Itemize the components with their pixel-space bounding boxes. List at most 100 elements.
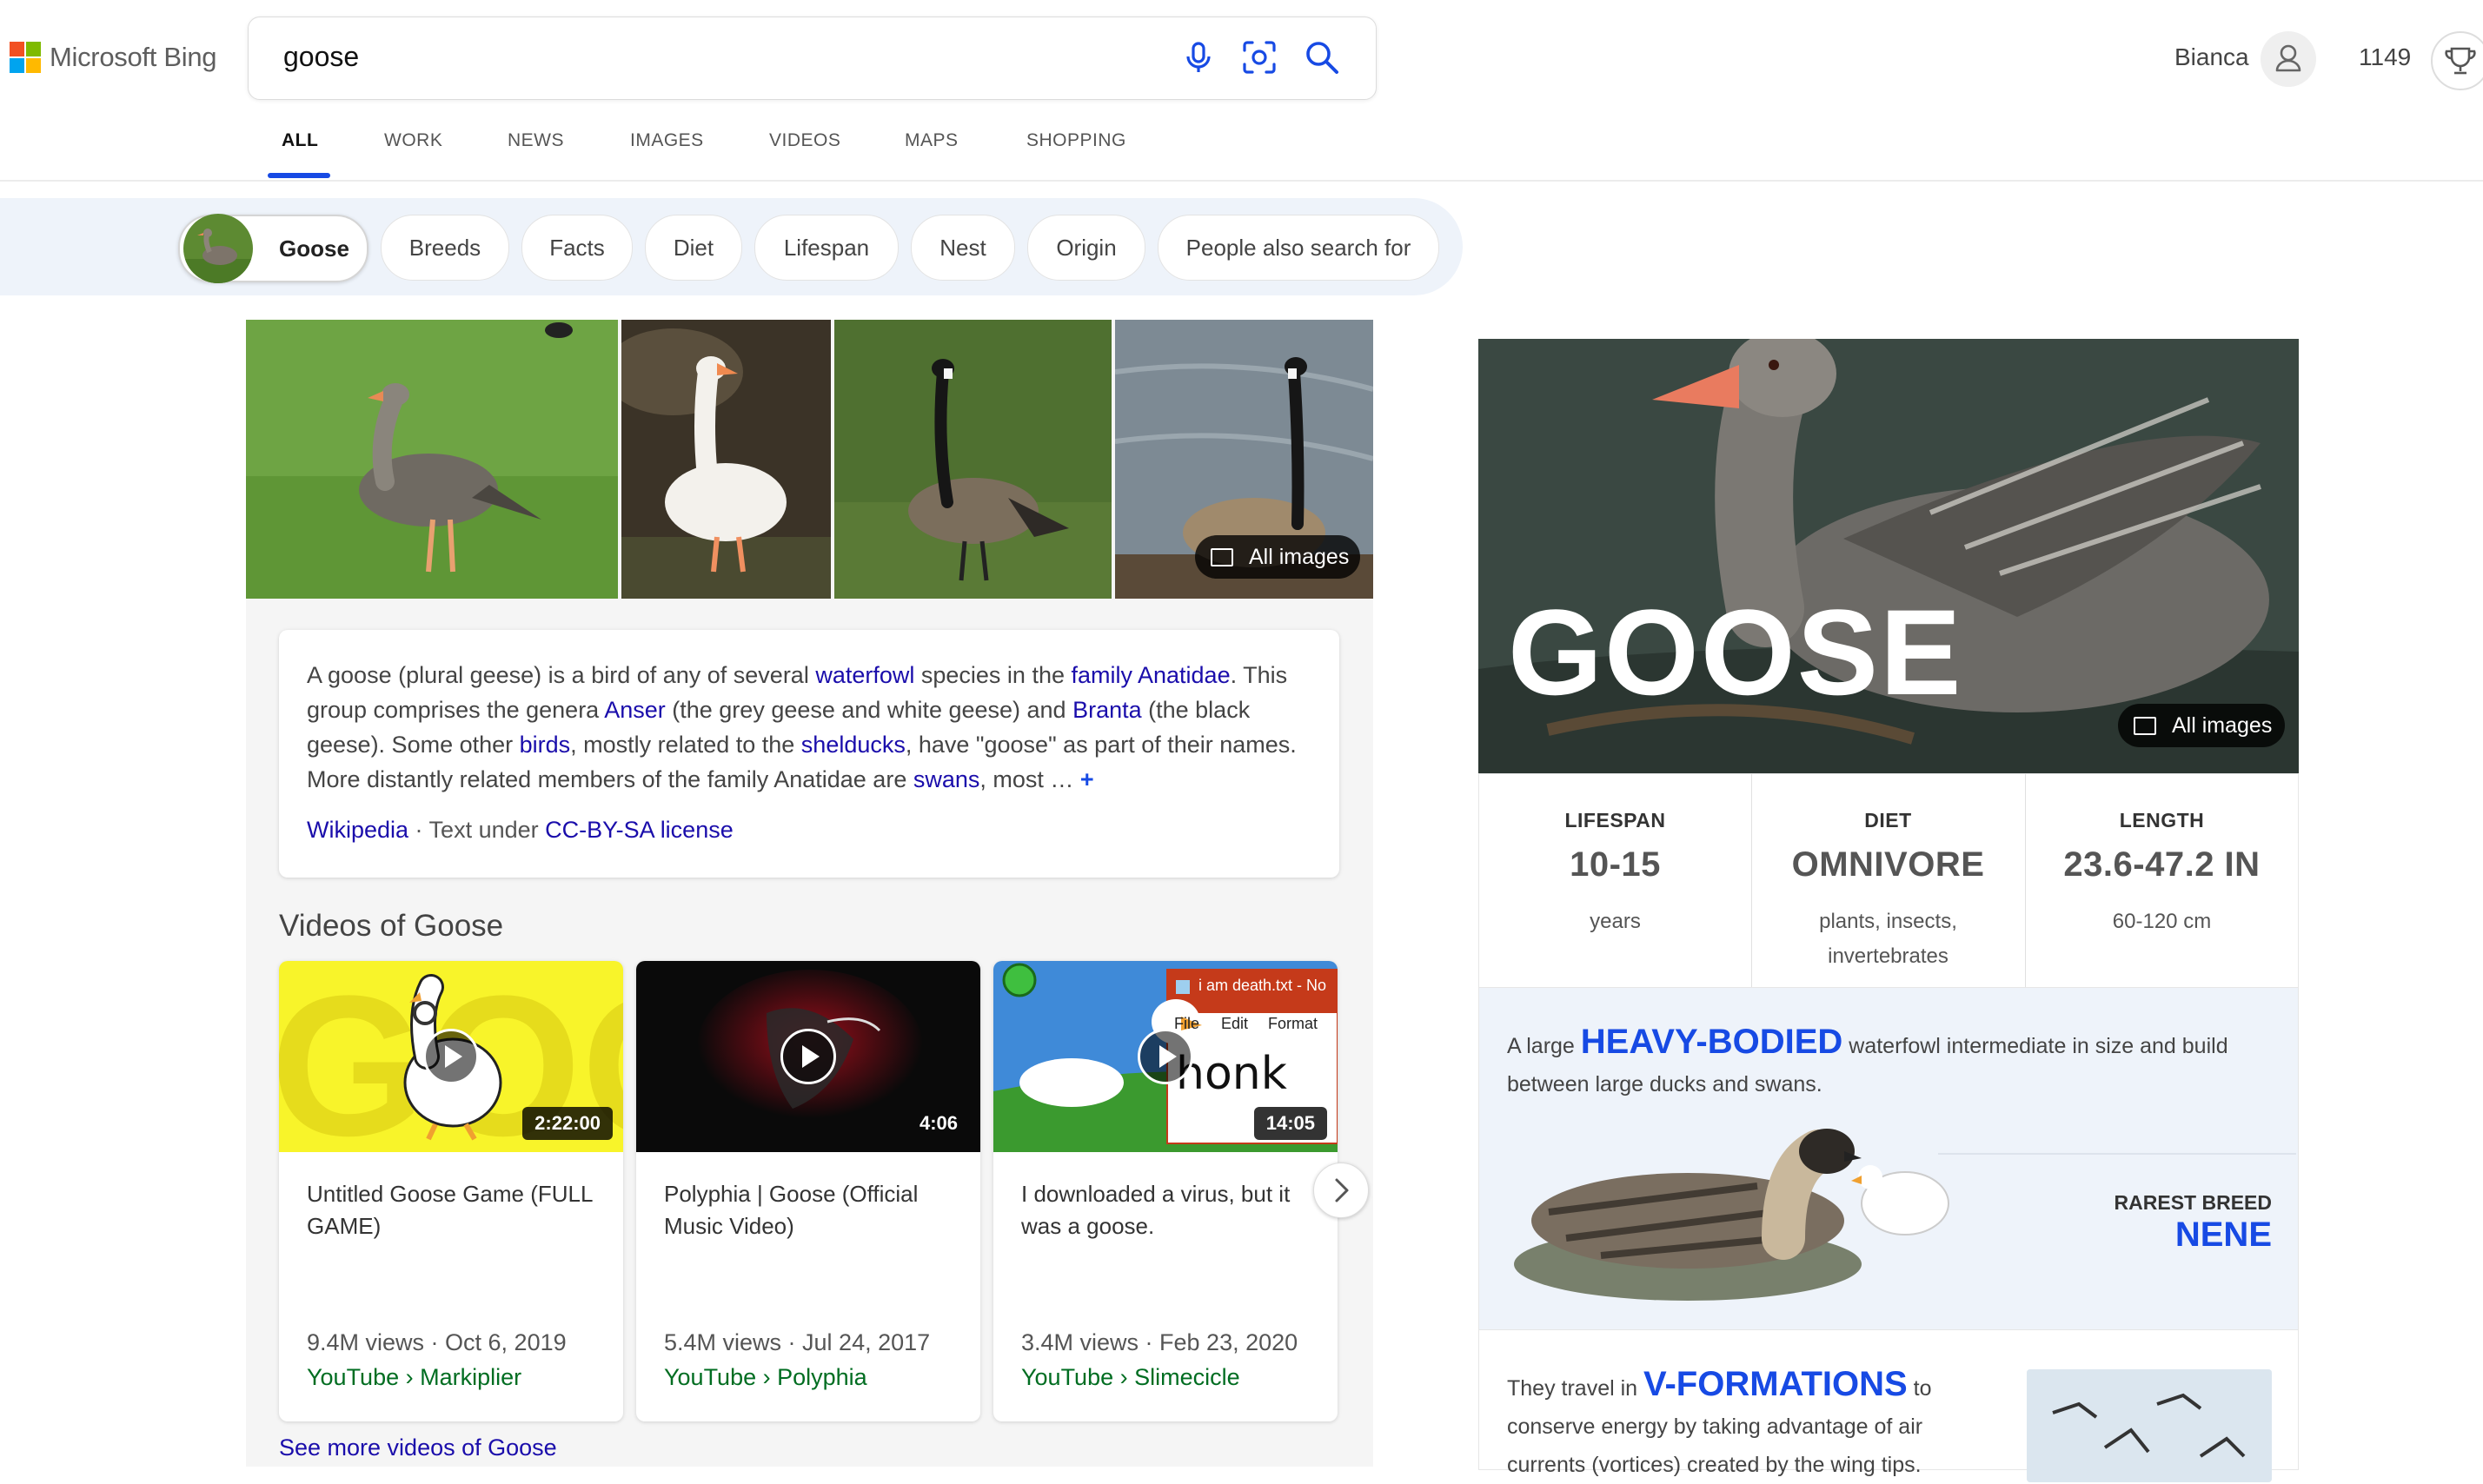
video-thumbnail[interactable]: 4:06 [636,961,980,1152]
summary-text-part: (the grey geese and white geese) and [665,697,1073,723]
search-box[interactable]: goose [248,17,1377,100]
search-input[interactable]: goose [283,41,359,73]
pill-people-also-search[interactable]: People also search for [1158,215,1439,281]
link-family-anatidae[interactable]: family Anatidae [1071,662,1230,688]
images-icon [1211,547,1233,566]
header: Microsoft Bing goose Bianca 1149 ALL WOR… [0,0,2483,182]
video-thumbnail[interactable]: i am death.txt - No File Edit Format hon… [993,961,1338,1152]
rarest-breed-value[interactable]: NENE [2175,1216,2272,1255]
tab-work[interactable]: WORK [384,130,442,151]
video-title[interactable]: Untitled Goose Game (FULL GAME) [307,1178,602,1242]
fact-subtext: years [1590,910,1641,933]
video-source[interactable]: YouTube › Slimecicle [1021,1364,1240,1391]
rewards-points[interactable]: 1149 [2359,43,2411,71]
summary-text: A goose (plural geese) is a bird of any … [307,658,1324,797]
videos-next-button[interactable] [1313,1163,1369,1218]
pill-origin[interactable]: Origin [1027,215,1145,281]
link-swans[interactable]: swans [913,766,980,792]
tab-videos[interactable]: VIDEOS [769,130,840,151]
play-icon[interactable] [423,1029,479,1084]
thumbnail-menu-format: Format [1268,1015,1318,1032]
summary-source: Wikipedia · Text under CC-BY-SA license [307,817,734,844]
fact-label: LENGTH [2119,809,2205,831]
microphone-icon[interactable] [1178,37,1218,77]
video-card-3[interactable]: i am death.txt - No File Edit Format hon… [993,961,1338,1421]
play-icon[interactable] [780,1029,836,1084]
knowledge-panel: GOOSE All images LIFESPAN 10-15 years DI… [1478,278,2299,1482]
panel-hero-image[interactable]: GOOSE All images [1478,339,2299,773]
rewards-button[interactable] [2431,31,2483,90]
license-link[interactable]: CC-BY-SA license [545,817,734,843]
pill-goose[interactable]: Goose [178,214,368,283]
goose-thumbnail [183,214,253,283]
link-branta[interactable]: Branta [1072,697,1142,723]
panel-all-images-button[interactable]: All images [2118,704,2285,747]
all-images-button[interactable]: All images [1195,535,1360,579]
tab-news[interactable]: NEWS [508,130,564,151]
fact-value: 23.6-47.2 IN [2063,845,2261,884]
pill-facts[interactable]: Facts [521,215,633,281]
search-icon[interactable] [1302,37,1342,77]
video-card-1[interactable]: GOOSE 2:22:00 Untitled Goose Game (FULL … [279,961,623,1421]
facts-grid: LIFESPAN 10-15 years DIET OMNIVORE plant… [1478,773,2299,989]
goose-image-2[interactable] [621,320,831,599]
goose-image-1[interactable] [246,320,618,599]
play-icon[interactable] [1138,1029,1193,1084]
user-icon [2275,44,2301,72]
link-shelducks[interactable]: shelducks [801,732,906,758]
active-tab-indicator [268,173,330,178]
images-icon [2134,716,2156,735]
heavy-bodied-fact-card: A large HEAVY-BODIED waterfowl intermedi… [1478,987,2299,1331]
flying-geese-image[interactable] [2027,1369,2272,1482]
bing-logo[interactable]: Microsoft Bing [10,42,217,73]
v-formation-text-part: They travel in [1507,1376,1644,1401]
video-title[interactable]: Polyphia | Goose (Official Music Video) [664,1178,959,1242]
video-meta: 3.4M views · Feb 23, 2020 [1021,1329,1298,1355]
pill-lifespan[interactable]: Lifespan [754,215,899,281]
v-formation-highlight: V-FORMATIONS [1643,1365,1908,1403]
pill-nest[interactable]: Nest [911,215,1015,281]
tab-all[interactable]: ALL [282,130,318,151]
tab-maps[interactable]: MAPS [905,130,959,151]
fact-label: DIET [1864,809,1912,831]
v-formation-fact-card: They travel in V-FORMATIONS to conserve … [1478,1329,2299,1482]
visual-search-icon[interactable] [1239,37,1279,77]
user-avatar[interactable] [2261,31,2316,87]
all-images-label: All images [2172,712,2273,738]
logo-text: Microsoft Bing [50,42,217,72]
wikipedia-summary-card: A goose (plural geese) is a bird of any … [279,630,1339,878]
link-anser[interactable]: Anser [604,697,666,723]
panel-title: GOOSE [1508,584,1963,720]
wikipedia-link[interactable]: Wikipedia [307,817,408,843]
heavy-bodied-text: A large HEAVY-BODIED waterfowl intermedi… [1507,1023,2272,1103]
video-duration: 4:06 [919,1112,958,1134]
summary-text-part: , most … [979,766,1080,792]
see-more-videos-link[interactable]: See more videos of Goose [279,1434,557,1461]
video-thumbnail[interactable]: GOOSE 2:22:00 [279,961,623,1152]
video-card-2[interactable]: 4:06 Polyphia | Goose (Official Music Vi… [636,961,980,1421]
video-meta: 9.4M views · Oct 6, 2019 [307,1329,567,1355]
goose-image-4[interactable]: All images [1115,320,1373,599]
pill-breeds[interactable]: Breeds [381,215,509,281]
video-duration: 2:22:00 [522,1107,613,1140]
user-name[interactable]: Bianca [2174,43,2249,71]
video-duration: 14:05 [1253,1107,1327,1140]
pill-diet[interactable]: Diet [645,215,742,281]
expand-summary-button[interactable]: + [1080,766,1094,792]
video-source[interactable]: YouTube › Markiplier [307,1364,521,1391]
videos-section-title: Videos of Goose [279,909,504,943]
summary-text-part: , mostly related to the [570,732,801,758]
all-images-label: All images [1249,544,1350,569]
heavy-bodied-highlight: HEAVY-BODIED [1580,1023,1843,1061]
video-title[interactable]: I downloaded a virus, but it was a goose… [1021,1178,1317,1242]
video-source[interactable]: YouTube › Polyphia [664,1364,867,1391]
link-waterfowl[interactable]: waterfowl [815,662,914,688]
goose-image-3[interactable] [834,320,1112,599]
thumbnail-menu-file: File [1174,1015,1200,1032]
tab-shopping[interactable]: SHOPPING [1026,130,1126,151]
link-birds[interactable]: birds [520,732,571,758]
tab-images[interactable]: IMAGES [630,130,704,151]
summary-text-part: A goose (plural geese) is a bird of any … [307,662,816,688]
fact-label: LIFESPAN [1564,809,1666,831]
main-results: All images A goose (plural geese) is a b… [246,320,1373,1467]
